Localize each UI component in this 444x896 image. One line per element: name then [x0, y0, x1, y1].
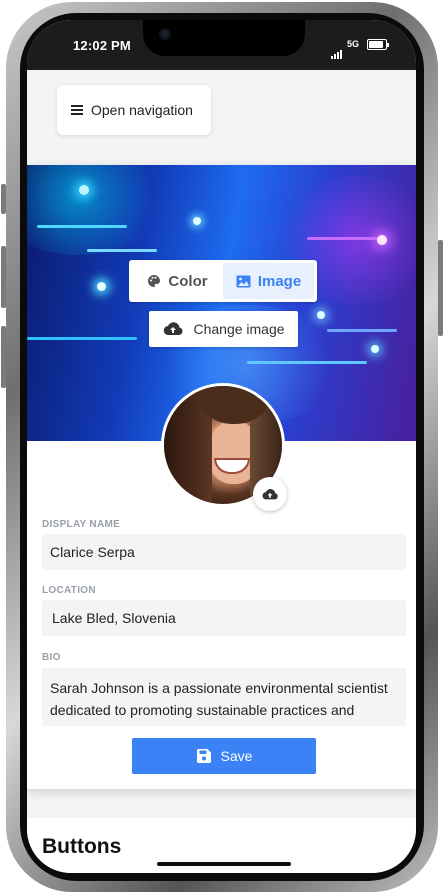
background-type-toggle: Color Image	[129, 260, 317, 302]
save-button[interactable]: Save	[132, 738, 316, 774]
hamburger-icon	[71, 105, 83, 115]
screen: 12:02 PM 5G Open navigation Color Image …	[27, 20, 416, 873]
signal-icon	[331, 41, 343, 59]
status-bar: 12:02 PM 5G	[27, 20, 416, 70]
open-navigation-button[interactable]: Open navigation	[57, 85, 211, 135]
tab-color-label: Color	[168, 272, 208, 290]
display-name-field[interactable]: Clarice Serpa	[42, 534, 406, 570]
mute-switch	[1, 184, 6, 214]
location-label: LOCATION	[42, 585, 96, 596]
image-icon	[236, 275, 251, 287]
display-name-value: Clarice Serpa	[50, 544, 135, 560]
bio-label: BIO	[42, 652, 61, 663]
network-label: 5G	[347, 39, 360, 49]
palette-icon	[148, 275, 161, 287]
home-indicator	[157, 862, 291, 866]
location-field[interactable]: Lake Bled, Slovenia	[42, 600, 406, 636]
notch	[143, 20, 305, 56]
change-image-button[interactable]: Change image	[149, 311, 298, 347]
section-title: Buttons	[42, 835, 122, 858]
tab-image[interactable]: Image	[223, 263, 314, 299]
display-name-label: DISPLAY NAME	[42, 519, 121, 530]
bio-field[interactable]: Sarah Johnson is a passionate environmen…	[42, 668, 406, 726]
volume-up-button	[1, 246, 6, 308]
cloud-upload-icon	[262, 488, 278, 499]
open-navigation-label: Open navigation	[91, 102, 193, 118]
tab-image-label: Image	[257, 272, 302, 290]
power-button	[438, 240, 443, 336]
floppy-disk-icon	[196, 749, 211, 763]
page-content: Open navigation Color Image Change image…	[27, 70, 416, 873]
profile-card: Color Image Change image DISPLAY NAME Cl…	[27, 165, 416, 789]
bio-value: Sarah Johnson is a passionate environmen…	[50, 680, 388, 726]
tab-color[interactable]: Color	[132, 263, 223, 299]
save-label: Save	[220, 748, 253, 764]
front-camera-icon	[159, 28, 171, 40]
battery-icon	[367, 39, 389, 50]
change-image-label: Change image	[193, 321, 285, 337]
volume-down-button	[1, 326, 6, 388]
cloud-upload-icon	[164, 322, 183, 336]
status-time: 12:02 PM	[73, 38, 131, 53]
avatar-upload-button[interactable]	[253, 477, 287, 511]
location-value: Lake Bled, Slovenia	[52, 610, 176, 626]
phone-mockup: 12:02 PM 5G Open navigation Color Image …	[0, 0, 444, 896]
